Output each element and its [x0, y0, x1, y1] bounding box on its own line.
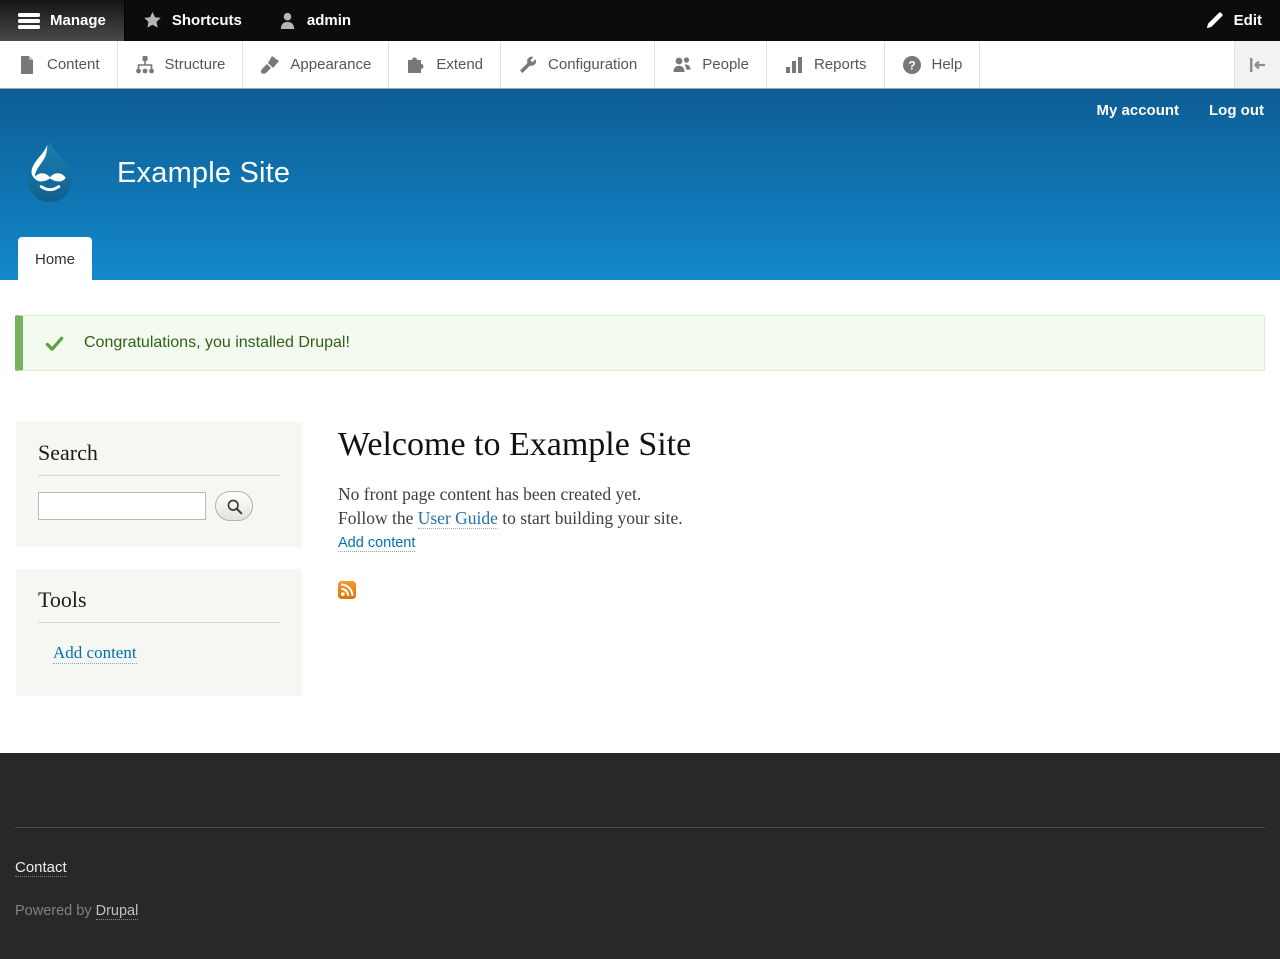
search-form [38, 491, 280, 521]
star-icon [144, 11, 161, 28]
tray-spacer [980, 41, 1234, 88]
footer: Contact Powered by Drupal [0, 753, 1280, 959]
wrench-icon [520, 56, 537, 73]
edit-tab[interactable]: Edit [1187, 0, 1280, 41]
admin-bar-spacer [369, 0, 1187, 41]
hamburger-icon [18, 12, 40, 29]
tray-item-structure[interactable]: Structure [118, 41, 244, 88]
checkmark-icon [45, 336, 64, 351]
tools-add-content-link[interactable]: Add content [53, 643, 137, 664]
pencil-icon [1206, 12, 1223, 29]
layout-columns: Search Tools Add content Welcome to Exam… [0, 422, 1280, 696]
drupal-logo[interactable] [16, 139, 84, 207]
user-guide-line: Follow the User Guide to start building … [338, 506, 1264, 530]
my-account-link[interactable]: My account [1097, 102, 1180, 119]
tray-item-label: Appearance [290, 56, 372, 73]
page-title: Welcome to Example Site [338, 426, 692, 463]
powered-by: Powered by Drupal [15, 903, 1280, 920]
site-header: My account Log out Example Site Home [0, 89, 1280, 280]
tray-item-label: Reports [813, 56, 867, 73]
status-message-text: Congratulations, you installed Drupal! [84, 334, 350, 351]
no-content-text: No front page content has been created y… [338, 484, 642, 504]
drupal-link[interactable]: Drupal [95, 903, 139, 920]
file-icon [21, 55, 33, 74]
user-guide-line-suffix: to start building your site. [497, 508, 683, 528]
tray-item-reports[interactable]: Reports [767, 41, 885, 88]
main-region: Congratulations, you installed Drupal! S… [0, 280, 1280, 753]
search-block: Search [16, 422, 302, 547]
tray-item-content[interactable]: Content [0, 41, 118, 88]
search-input[interactable] [38, 492, 206, 520]
sitemap-icon [135, 55, 154, 73]
collapse-left-icon [1249, 57, 1265, 72]
toolbar-orientation-toggle[interactable] [1234, 41, 1280, 88]
user-guide-link[interactable]: User Guide [417, 508, 498, 529]
tray-item-label: Content [47, 56, 100, 73]
tray-item-configuration[interactable]: Configuration [501, 41, 656, 88]
footer-divider [15, 827, 1265, 828]
page: Manage Shortcuts admin Edit Content Stru… [0, 0, 1280, 959]
rss-feed-icon[interactable] [338, 581, 356, 599]
admin-toolbar: Manage Shortcuts admin Edit [0, 0, 1280, 41]
user-icon [280, 12, 295, 30]
shortcuts-tab[interactable]: Shortcuts [125, 0, 260, 41]
svg-text:?: ? [908, 58, 915, 72]
user-tab-label: admin [306, 12, 352, 29]
site-name[interactable]: Example Site [117, 157, 290, 190]
powered-by-text: Powered by [15, 903, 96, 919]
search-submit-button[interactable] [215, 491, 253, 521]
tray-item-label: Help [931, 56, 963, 73]
site-branding: Example Site [16, 139, 290, 207]
secondary-menu: My account Log out [1097, 102, 1265, 119]
manage-tab[interactable]: Manage [0, 0, 125, 41]
tray-item-label: People [702, 56, 749, 73]
tray-item-label: Configuration [548, 56, 638, 73]
tray-item-extend[interactable]: Extend [389, 41, 502, 88]
people-icon [673, 56, 691, 72]
tray-item-people[interactable]: People [655, 41, 767, 88]
search-block-title: Search [38, 440, 280, 476]
toolbar-tray: Content Structure Appearance Extend Conf… [0, 41, 1280, 89]
magnifier-icon [227, 499, 242, 514]
question-icon: ? [902, 55, 921, 74]
sidebar: Search Tools Add content [16, 422, 302, 696]
tray-item-help[interactable]: ? Help [885, 41, 981, 88]
manage-tab-label: Manage [50, 12, 106, 29]
footer-contact-link[interactable]: Contact [15, 859, 67, 877]
edit-tab-label: Edit [1233, 12, 1262, 29]
tools-block-title: Tools [38, 587, 280, 623]
home-tab[interactable]: Home [18, 237, 93, 280]
content-column: Welcome to Example Site No front page co… [338, 422, 1264, 599]
tray-item-appearance[interactable]: Appearance [243, 41, 390, 88]
log-out-link[interactable]: Log out [1209, 102, 1264, 119]
status-message: Congratulations, you installed Drupal! [15, 315, 1265, 371]
user-tab[interactable]: admin [260, 0, 369, 41]
puzzle-icon [408, 57, 424, 73]
bar-chart-icon [785, 56, 802, 73]
shortcuts-tab-label: Shortcuts [171, 12, 242, 29]
paintbrush-icon [261, 55, 280, 74]
tray-item-label: Extend [436, 56, 484, 73]
add-content-link[interactable]: Add content [338, 535, 416, 552]
tools-block: Tools Add content [16, 569, 302, 696]
user-guide-line-prefix: Follow the [338, 508, 418, 528]
tray-item-label: Structure [164, 56, 226, 73]
